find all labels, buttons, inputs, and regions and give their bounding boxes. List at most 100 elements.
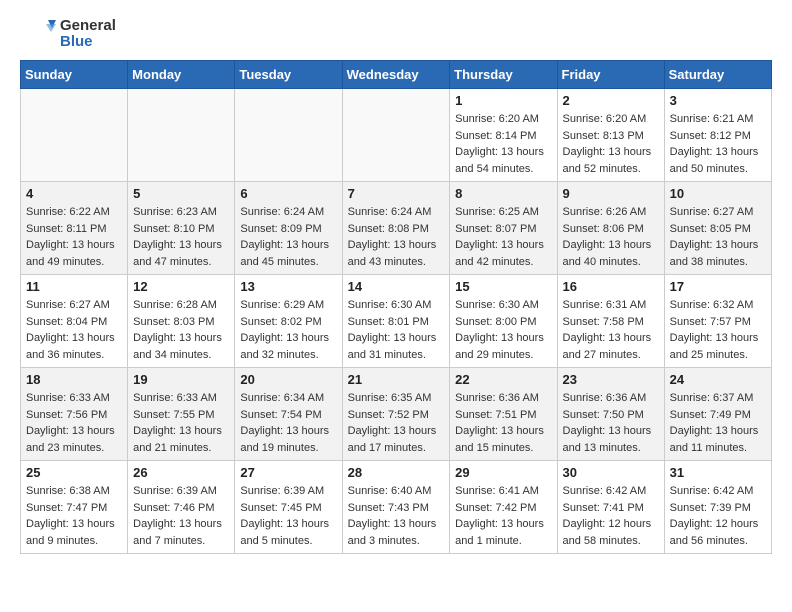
calendar-cell: [128, 89, 235, 182]
day-info: Sunrise: 6:21 AM Sunset: 8:12 PM Dayligh…: [670, 111, 766, 177]
day-info: Sunrise: 6:35 AM Sunset: 7:52 PM Dayligh…: [348, 390, 445, 456]
calendar-cell: 22 Sunrise: 6:36 AM Sunset: 7:51 PM Dayli…: [450, 368, 557, 461]
day-number: 31: [670, 465, 766, 480]
day-number: 17: [670, 279, 766, 294]
day-info: Sunrise: 6:20 AM Sunset: 8:13 PM Dayligh…: [563, 111, 659, 177]
day-number: 16: [563, 279, 659, 294]
calendar-cell: [235, 89, 342, 182]
day-info: Sunrise: 6:24 AM Sunset: 8:09 PM Dayligh…: [240, 204, 336, 270]
day-number: 21: [348, 372, 445, 387]
day-info: Sunrise: 6:42 AM Sunset: 7:41 PM Dayligh…: [563, 483, 659, 549]
calendar-cell: 17Sunrise: 6:32 AM Sunset: 7:57 PM Dayli…: [664, 275, 771, 368]
day-info: Sunrise: 6:34 AM Sunset: 7:54 PM Dayligh…: [240, 390, 336, 456]
day-number: 3: [670, 93, 766, 108]
calendar-cell: 6 Sunrise: 6:24 AM Sunset: 8:09 PM Daylig…: [235, 182, 342, 275]
day-info: Sunrise: 6:36 AM Sunset: 7:50 PM Dayligh…: [563, 390, 659, 456]
day-info: Sunrise: 6:36 AM Sunset: 7:51 PM Dayligh…: [455, 390, 551, 456]
calendar-cell: 9 Sunrise: 6:26 AM Sunset: 8:06 PM Daylig…: [557, 182, 664, 275]
calendar-cell: 29Sunrise: 6:41 AM Sunset: 7:42 PM Dayli…: [450, 461, 557, 554]
day-info: Sunrise: 6:41 AM Sunset: 7:42 PM Dayligh…: [455, 483, 551, 549]
day-number: 1: [455, 93, 551, 108]
calendar-week-row: 1 Sunrise: 6:20 AM Sunset: 8:14 PM Daylig…: [21, 89, 772, 182]
calendar-cell: 30 Sunrise: 6:42 AM Sunset: 7:41 PM Dayli…: [557, 461, 664, 554]
day-info: Sunrise: 6:27 AM Sunset: 8:05 PM Dayligh…: [670, 204, 766, 270]
day-number: 23: [563, 372, 659, 387]
day-info: Sunrise: 6:26 AM Sunset: 8:06 PM Dayligh…: [563, 204, 659, 270]
day-number: 13: [240, 279, 336, 294]
calendar-cell: 11Sunrise: 6:27 AM Sunset: 8:04 PM Dayli…: [21, 275, 128, 368]
day-number: 15: [455, 279, 551, 294]
day-info: Sunrise: 6:37 AM Sunset: 7:49 PM Dayligh…: [670, 390, 766, 456]
calendar-cell: 21 Sunrise: 6:35 AM Sunset: 7:52 PM Dayli…: [342, 368, 450, 461]
day-info: Sunrise: 6:38 AM Sunset: 7:47 PM Dayligh…: [26, 483, 122, 549]
day-info: Sunrise: 6:40 AM Sunset: 7:43 PM Dayligh…: [348, 483, 445, 549]
calendar-cell: 7Sunrise: 6:24 AM Sunset: 8:08 PM Daylig…: [342, 182, 450, 275]
calendar-table: SundayMondayTuesdayWednesdayThursdayFrid…: [20, 60, 772, 554]
day-info: Sunrise: 6:39 AM Sunset: 7:45 PM Dayligh…: [240, 483, 336, 549]
header: General Blue: [20, 16, 772, 52]
logo: General Blue: [20, 16, 116, 52]
day-info: Sunrise: 6:27 AM Sunset: 8:04 PM Dayligh…: [26, 297, 122, 363]
day-info: Sunrise: 6:31 AM Sunset: 7:58 PM Dayligh…: [563, 297, 659, 363]
calendar-cell: 18 Sunrise: 6:33 AM Sunset: 7:56 PM Dayli…: [21, 368, 128, 461]
day-number: 25: [26, 465, 122, 480]
day-number: 28: [348, 465, 445, 480]
logo-blue-text: Blue: [60, 34, 116, 51]
day-info: Sunrise: 6:28 AM Sunset: 8:03 PM Dayligh…: [133, 297, 229, 363]
day-header-monday: Monday: [128, 61, 235, 89]
day-number: 24: [670, 372, 766, 387]
day-header-wednesday: Wednesday: [342, 61, 450, 89]
calendar-cell: 26 Sunrise: 6:39 AM Sunset: 7:46 PM Dayli…: [128, 461, 235, 554]
day-number: 6: [240, 186, 336, 201]
day-info: Sunrise: 6:20 AM Sunset: 8:14 PM Dayligh…: [455, 111, 551, 177]
day-number: 18: [26, 372, 122, 387]
calendar-cell: 1 Sunrise: 6:20 AM Sunset: 8:14 PM Daylig…: [450, 89, 557, 182]
calendar-cell: 24 Sunrise: 6:37 AM Sunset: 7:49 PM Dayli…: [664, 368, 771, 461]
calendar-cell: [21, 89, 128, 182]
day-header-tuesday: Tuesday: [235, 61, 342, 89]
calendar-cell: 31 Sunrise: 6:42 AM Sunset: 7:39 PM Dayli…: [664, 461, 771, 554]
calendar-cell: 28 Sunrise: 6:40 AM Sunset: 7:43 PM Dayli…: [342, 461, 450, 554]
day-number: 10: [670, 186, 766, 201]
logo-general-text: General: [60, 18, 116, 35]
day-number: 2: [563, 93, 659, 108]
day-info: Sunrise: 6:24 AM Sunset: 8:08 PM Dayligh…: [348, 204, 445, 270]
day-number: 14: [348, 279, 445, 294]
calendar-cell: 20 Sunrise: 6:34 AM Sunset: 7:54 PM Dayli…: [235, 368, 342, 461]
day-header-sunday: Sunday: [21, 61, 128, 89]
day-number: 22: [455, 372, 551, 387]
calendar-cell: [342, 89, 450, 182]
calendar-cell: 2 Sunrise: 6:20 AM Sunset: 8:13 PM Daylig…: [557, 89, 664, 182]
calendar-cell: 16 Sunrise: 6:31 AM Sunset: 7:58 PM Dayli…: [557, 275, 664, 368]
calendar-cell: 14 Sunrise: 6:30 AM Sunset: 8:01 PM Dayli…: [342, 275, 450, 368]
calendar-cell: 4 Sunrise: 6:22 AM Sunset: 8:11 PM Daylig…: [21, 182, 128, 275]
calendar-cell: 12 Sunrise: 6:28 AM Sunset: 8:03 PM Dayli…: [128, 275, 235, 368]
calendar-cell: 25 Sunrise: 6:38 AM Sunset: 7:47 PM Dayli…: [21, 461, 128, 554]
calendar-cell: 3 Sunrise: 6:21 AM Sunset: 8:12 PM Daylig…: [664, 89, 771, 182]
day-info: Sunrise: 6:33 AM Sunset: 7:56 PM Dayligh…: [26, 390, 122, 456]
day-header-friday: Friday: [557, 61, 664, 89]
day-number: 8: [455, 186, 551, 201]
day-info: Sunrise: 6:22 AM Sunset: 8:11 PM Dayligh…: [26, 204, 122, 270]
logo-text: General Blue: [60, 18, 116, 51]
day-header-saturday: Saturday: [664, 61, 771, 89]
day-number: 26: [133, 465, 229, 480]
day-info: Sunrise: 6:29 AM Sunset: 8:02 PM Dayligh…: [240, 297, 336, 363]
calendar-cell: 8Sunrise: 6:25 AM Sunset: 8:07 PM Daylig…: [450, 182, 557, 275]
calendar-week-row: 4 Sunrise: 6:22 AM Sunset: 8:11 PM Daylig…: [21, 182, 772, 275]
day-number: 20: [240, 372, 336, 387]
day-number: 19: [133, 372, 229, 387]
day-info: Sunrise: 6:39 AM Sunset: 7:46 PM Dayligh…: [133, 483, 229, 549]
day-number: 4: [26, 186, 122, 201]
calendar-cell: 5Sunrise: 6:23 AM Sunset: 8:10 PM Daylig…: [128, 182, 235, 275]
day-number: 9: [563, 186, 659, 201]
day-info: Sunrise: 6:42 AM Sunset: 7:39 PM Dayligh…: [670, 483, 766, 549]
logo-svg: [20, 16, 56, 52]
day-number: 12: [133, 279, 229, 294]
calendar-cell: 23 Sunrise: 6:36 AM Sunset: 7:50 PM Dayli…: [557, 368, 664, 461]
day-number: 5: [133, 186, 229, 201]
day-number: 30: [563, 465, 659, 480]
day-info: Sunrise: 6:30 AM Sunset: 8:01 PM Dayligh…: [348, 297, 445, 363]
calendar-week-row: 25 Sunrise: 6:38 AM Sunset: 7:47 PM Dayli…: [21, 461, 772, 554]
day-header-thursday: Thursday: [450, 61, 557, 89]
